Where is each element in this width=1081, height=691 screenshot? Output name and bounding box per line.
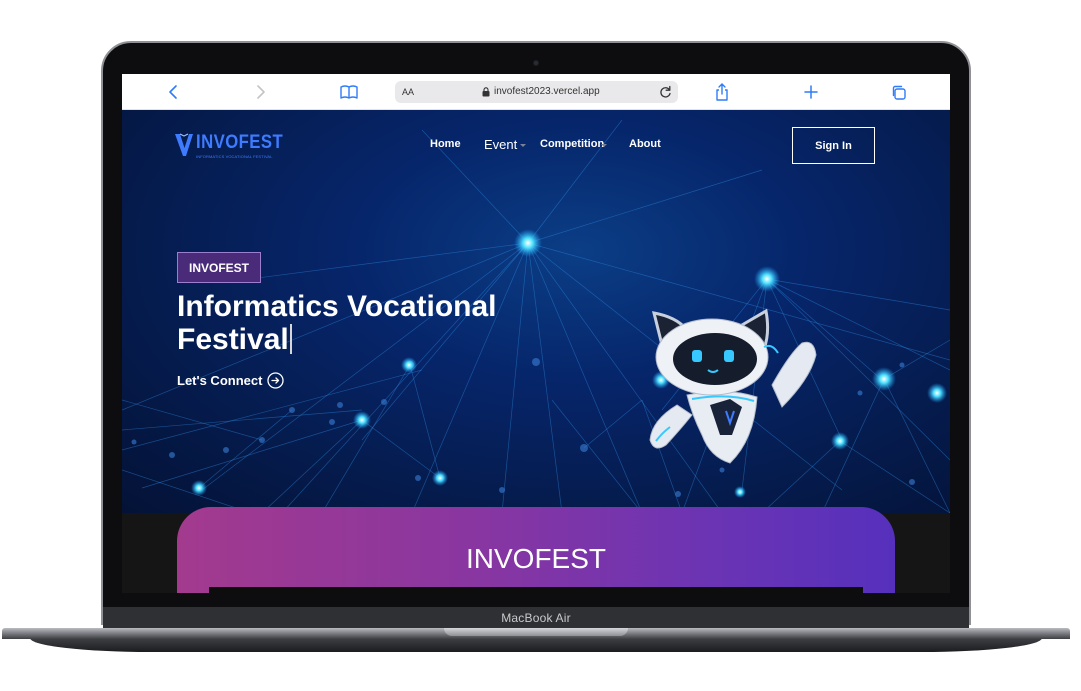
chevron-down-icon [601,144,607,147]
lets-connect-label: Let's Connect [177,373,263,388]
lets-connect-link[interactable]: Let's Connect [177,372,285,389]
logo-v-icon [175,133,193,156]
section-title: INVOFEST [465,543,606,574]
webcam [533,60,539,66]
nav-about[interactable]: About [629,138,661,158]
typing-cursor [289,324,292,354]
share-icon [716,83,728,101]
laptop-base-shadow [30,638,1042,652]
site-logo[interactable]: INVOFEST INFORMATICS VOCATIONAL FESTIVAL [174,130,283,164]
bookmarks-button[interactable] [337,74,361,110]
share-button[interactable] [712,74,732,110]
about-section: INVOFEST [122,507,950,593]
hero-section: INVOFEST INFORMATICS VOCATIONAL FESTIVAL… [122,110,950,513]
browser-toolbar: AA invofest2023.vercel.app [122,74,950,110]
arrow-right-circle-icon [267,372,285,389]
nav-home[interactable]: Home [430,138,461,158]
hero-badge: INVOFEST [177,252,261,283]
model-label: MacBook Air [501,611,571,625]
logo-text: INVOFEST [196,132,284,153]
address-bar[interactable]: AA invofest2023.vercel.app [395,81,678,103]
tabs-icon [892,85,906,100]
hero-title-line2: Festival [177,323,289,356]
nav-event[interactable]: Event [484,137,517,152]
tabs-button[interactable] [888,74,908,110]
hero-title-line1: Informatics Vocational [177,290,497,323]
hero-title: Informatics Vocational Festival [177,290,557,356]
reload-icon[interactable] [659,85,672,99]
laptop-screen: AA invofest2023.vercel.app INVOFEST INFO… [122,74,950,593]
lock-icon [482,87,490,97]
chevron-down-icon [520,144,526,147]
url-text: invofest2023.vercel.app [494,86,600,97]
card-content-panel [209,587,863,593]
back-button[interactable] [162,74,184,110]
screenshot: AA invofest2023.vercel.app INVOFEST INFO… [0,0,1081,691]
info-card: INVOFEST [177,507,895,593]
nav-competition[interactable]: Competition [540,138,604,158]
new-tab-button[interactable] [801,74,821,110]
hero-title-line2-wrap: Festival [177,323,557,356]
laptop-notch [444,628,628,636]
forward-button[interactable] [250,74,272,110]
text-size-button[interactable]: AA [402,81,414,103]
robot-mascot-image [649,308,817,464]
sign-in-button[interactable]: Sign In [792,127,875,164]
logo-subtitle: INFORMATICS VOCATIONAL FESTIVAL [196,154,273,159]
nav-event-label: Event [484,137,518,152]
book-icon [340,85,358,99]
plus-icon [804,85,818,99]
chevron-right-icon [257,85,265,99]
chevron-left-icon [169,85,177,99]
